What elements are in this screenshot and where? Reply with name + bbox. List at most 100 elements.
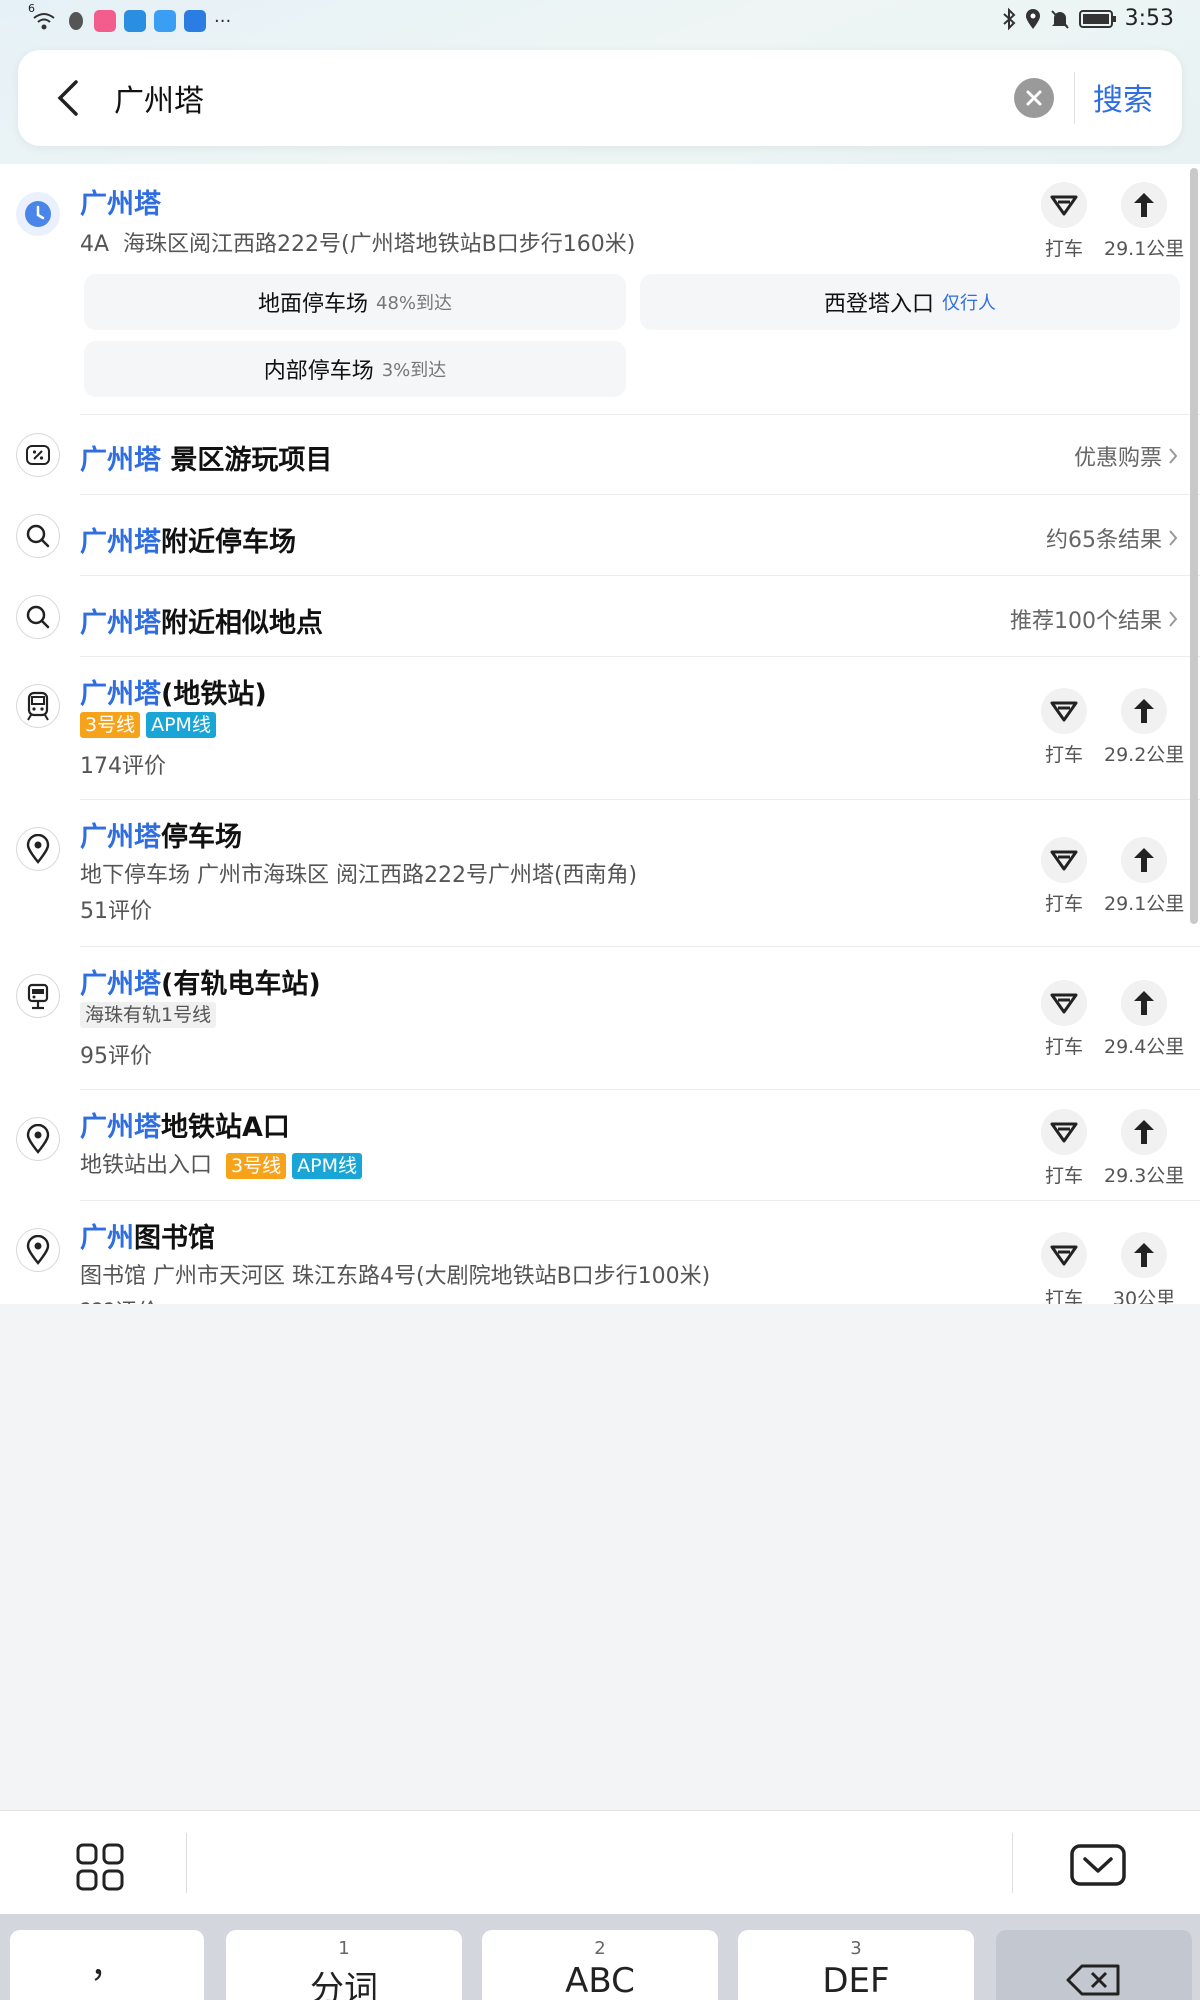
suggestion-scenic-projects[interactable]: 广州塔 景区游玩项目 优惠购票: [0, 416, 1190, 496]
metro-train-icon: [16, 684, 60, 728]
keyboard-menu-button[interactable]: [76, 1843, 124, 1891]
key-comma[interactable]: ，: [10, 1930, 204, 2000]
more-notifications-icon: ···: [214, 10, 232, 32]
taxi-icon: [1050, 993, 1078, 1014]
results-count-link[interactable]: 约65条结果: [1046, 522, 1178, 554]
chevron-left-icon: [57, 80, 78, 116]
place-tram-station[interactable]: 广州塔(有轨电车站) 海珠有轨1号线 95评价 打车 29.4公里: [0, 948, 1190, 1090]
route-button[interactable]: 29.1公里: [1104, 182, 1184, 261]
suggestion-similar-places[interactable]: 广州塔附近相似地点 推荐100个结果: [0, 577, 1190, 657]
grid-icon: [76, 1843, 124, 1891]
backspace-key[interactable]: [996, 1930, 1192, 2000]
place-metro-station[interactable]: 广州塔(地铁站) 3号线 APM线 174评价 打车 29.2公里: [0, 658, 1190, 800]
search-button[interactable]: 搜索: [1093, 75, 1153, 119]
route-button[interactable]: 29.2公里: [1104, 688, 1184, 767]
book-app-icon: [124, 10, 146, 32]
line-3-tag: 3号线: [80, 712, 141, 738]
place-parking-lot[interactable]: 广州塔停车场 地下停车场 广州市海珠区 阅江西路222号广州塔(西南角) 51评…: [0, 801, 1190, 947]
divider: [1012, 1833, 1013, 1893]
apm-line-tag: APM线: [292, 1153, 362, 1179]
review-count: ???评价: [80, 1294, 159, 1304]
location-icon: [1025, 8, 1041, 30]
history-icon: [16, 192, 60, 236]
keyboard: ， 1 分词 2 ABC 3 DEF: [0, 1914, 1200, 2000]
review-count: 51评价: [80, 899, 152, 924]
route-arrow-icon: [1134, 1120, 1154, 1144]
battery-icon: [1078, 9, 1117, 29]
shield-app-icon: [184, 10, 206, 32]
suggestion-nearby-parking[interactable]: 广州塔附近停车场 约65条结果: [0, 496, 1190, 576]
taxi-icon: [1050, 701, 1078, 722]
taxi-button[interactable]: 打车: [1024, 1109, 1104, 1188]
scrollbar[interactable]: [1190, 168, 1198, 924]
recommended-results-link[interactable]: 推荐100个结果: [1010, 603, 1178, 635]
clock: 3:53: [1124, 6, 1174, 31]
place-library[interactable]: 广州图书馆 图书馆 广州市天河区 珠江东路4号(大剧院地铁站B口步行100米) …: [0, 1202, 1190, 1304]
tram-icon: [16, 974, 60, 1018]
ticket-discount-icon: [16, 433, 60, 477]
divider: [80, 494, 1200, 495]
taxi-button[interactable]: 打车: [1024, 182, 1104, 261]
place-subline: 地铁站出入口 3号线 APM线: [80, 1147, 368, 1179]
result-title[interactable]: 广州塔: [80, 182, 161, 221]
chip-inner-parking[interactable]: 内部停车场 3%到达: [84, 341, 626, 397]
chevron-right-icon: [1169, 448, 1178, 464]
tram-line-tag: 海珠有轨1号线: [80, 1002, 222, 1028]
chip-west-entrance[interactable]: 西登塔入口 仅行人: [640, 274, 1180, 330]
taxi-icon: [1050, 195, 1078, 216]
backspace-icon: [1066, 1964, 1120, 1996]
key-1[interactable]: 1 分词: [226, 1930, 462, 2000]
place-title: 广州塔停车场: [80, 822, 242, 853]
route-arrow-icon: [1134, 699, 1154, 723]
key-2[interactable]: 2 ABC: [482, 1930, 718, 2000]
search-icon: [16, 514, 60, 558]
route-button[interactable]: 29.3公里: [1104, 1109, 1184, 1188]
chip-ground-parking[interactable]: 地面停车场 48%到达: [84, 274, 626, 330]
clear-search-button[interactable]: [1014, 78, 1054, 118]
review-count: 174评价: [80, 754, 166, 779]
result-guangzhou-tower[interactable]: 广州塔 4A 海珠区阅江西路222号(广州塔地铁站B口步行160米) 地面停车场…: [0, 164, 1190, 416]
taxi-icon: [1050, 850, 1078, 871]
back-button[interactable]: [44, 72, 94, 124]
suggestion-title: 广州塔 景区游玩项目: [80, 445, 333, 476]
suggestion-title: 广州塔附近停车场: [80, 527, 296, 558]
address-text: 海珠区阅江西路222号(广州塔地铁站B口步行160米): [123, 232, 636, 257]
route-arrow-icon: [1134, 991, 1154, 1015]
metro-line-tags: 3号线 APM线: [80, 712, 222, 738]
taxi-button[interactable]: 打车: [1024, 980, 1104, 1059]
place-title: 广州塔地铁站A口: [80, 1112, 290, 1143]
result-address: 4A 海珠区阅江西路222号(广州塔地铁站B口步行160米): [80, 226, 635, 258]
route-arrow-icon: [1134, 1243, 1154, 1267]
divider: [80, 1089, 1200, 1090]
divider: [80, 656, 1200, 657]
keyboard-collapse-icon: [1070, 1844, 1126, 1886]
place-address: 地下停车场 广州市海珠区 阅江西路222号广州塔(西南角): [80, 863, 638, 888]
chevron-right-icon: [1169, 530, 1178, 546]
route-button[interactable]: 29.4公里: [1104, 980, 1184, 1059]
place-title: 广州塔(地铁站): [80, 679, 267, 710]
route-button[interactable]: 29.1公里: [1104, 837, 1184, 916]
search-bar: 搜索: [18, 50, 1182, 146]
route-button[interactable]: 30公里: [1104, 1232, 1184, 1304]
wifi-icon: 6: [28, 2, 58, 32]
results-list[interactable]: 广州塔 4A 海珠区阅江西路222号(广州塔地铁站B口步行160米) 地面停车场…: [0, 164, 1200, 1304]
taxi-button[interactable]: 打车: [1024, 688, 1104, 767]
buy-ticket-link[interactable]: 优惠购票: [1074, 440, 1178, 472]
taxi-button[interactable]: 打车: [1024, 1232, 1104, 1304]
taxi-icon: [1050, 1245, 1078, 1266]
rating-level: 4A: [80, 232, 110, 257]
key-3[interactable]: 3 DEF: [738, 1930, 974, 2000]
place-metro-exit-a[interactable]: 广州塔地铁站A口 地铁站出入口 3号线 APM线 打车 29.3公里: [0, 1091, 1190, 1201]
route-arrow-icon: [1134, 193, 1154, 217]
status-bar: 6 ··· 3:53: [0, 0, 1200, 46]
location-pin-icon: [16, 1117, 60, 1161]
hide-keyboard-button[interactable]: [1069, 1843, 1127, 1887]
search-input[interactable]: [114, 74, 1004, 122]
divider: [186, 1833, 187, 1893]
suggestion-title: 广州塔附近相似地点: [80, 608, 323, 639]
bluetooth-icon: [1001, 7, 1017, 31]
place-title: 广州图书馆: [80, 1223, 215, 1254]
divider: [80, 799, 1200, 800]
taxi-button[interactable]: 打车: [1024, 837, 1104, 916]
location-pin-icon: [16, 1228, 60, 1272]
